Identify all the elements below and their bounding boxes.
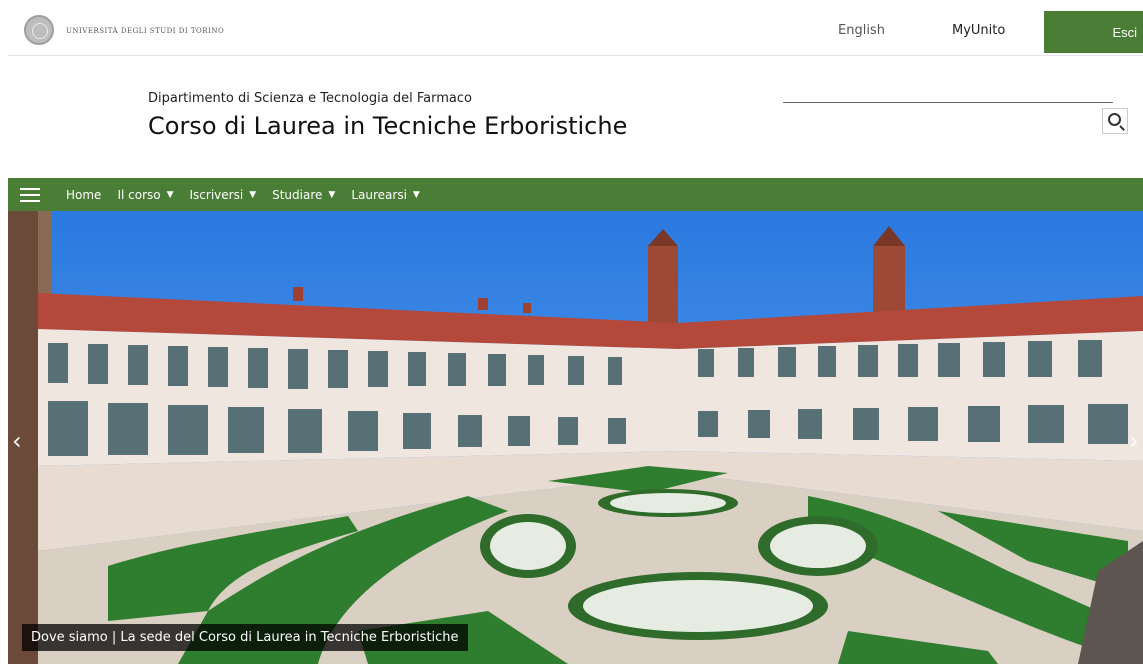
search-input[interactable] bbox=[783, 99, 1113, 103]
main-navigation: Home Il corso ▼ Iscriversi ▼ Studiare ▼ Lau… bbox=[8, 178, 1143, 211]
hero-image bbox=[8, 211, 1143, 664]
university-name[interactable]: UNIVERSITÀ DEGLI STUDI DI TORINO bbox=[66, 27, 224, 35]
search-bar bbox=[783, 99, 1128, 134]
nav-item-iscriversi[interactable]: Iscriversi ▼ bbox=[190, 188, 257, 202]
nav-item-il-corso[interactable]: Il corso ▼ bbox=[117, 188, 173, 202]
hero-carousel: ‹ › Dove siamo | La sede del Corso di La… bbox=[8, 211, 1143, 664]
search-button[interactable] bbox=[1102, 108, 1128, 134]
hamburger-menu-icon[interactable] bbox=[20, 187, 40, 202]
site-header: Dipartimento di Scienza e Tecnologia del… bbox=[8, 57, 1143, 177]
nav-label: Il corso bbox=[117, 187, 161, 202]
nav-label: Laurearsi bbox=[351, 187, 407, 202]
caret-down-icon: ▼ bbox=[166, 189, 174, 200]
hero-caption[interactable]: Dove siamo | La sede del Corso di Laurea… bbox=[22, 624, 468, 651]
nav-label: Iscriversi bbox=[189, 187, 244, 202]
nav-item-studiare[interactable]: Studiare ▼ bbox=[272, 188, 335, 202]
top-bar: UNIVERSITÀ DEGLI STUDI DI TORINO English… bbox=[8, 8, 1143, 56]
course-title[interactable]: Corso di Laurea in Tecniche Erboristiche bbox=[148, 112, 627, 140]
carousel-prev-icon[interactable]: ‹ bbox=[12, 429, 26, 453]
language-link-english[interactable]: English bbox=[838, 23, 885, 38]
caret-down-icon: ▼ bbox=[328, 189, 336, 200]
search-icon bbox=[1108, 113, 1121, 126]
nav-label: Home bbox=[66, 187, 102, 202]
carousel-next-icon[interactable]: › bbox=[1129, 429, 1143, 453]
logout-button[interactable]: Esci bbox=[1044, 11, 1143, 53]
university-logo[interactable] bbox=[24, 15, 54, 45]
nav-label: Studiare bbox=[272, 187, 323, 202]
nav-item-home[interactable]: Home bbox=[66, 188, 101, 202]
myunito-link[interactable]: MyUnito bbox=[952, 23, 1005, 38]
caret-down-icon: ▼ bbox=[412, 189, 420, 200]
department-name[interactable]: Dipartimento di Scienza e Tecnologia del… bbox=[148, 91, 472, 106]
caret-down-icon: ▼ bbox=[249, 189, 257, 200]
nav-item-laurearsi[interactable]: Laurearsi ▼ bbox=[351, 188, 420, 202]
